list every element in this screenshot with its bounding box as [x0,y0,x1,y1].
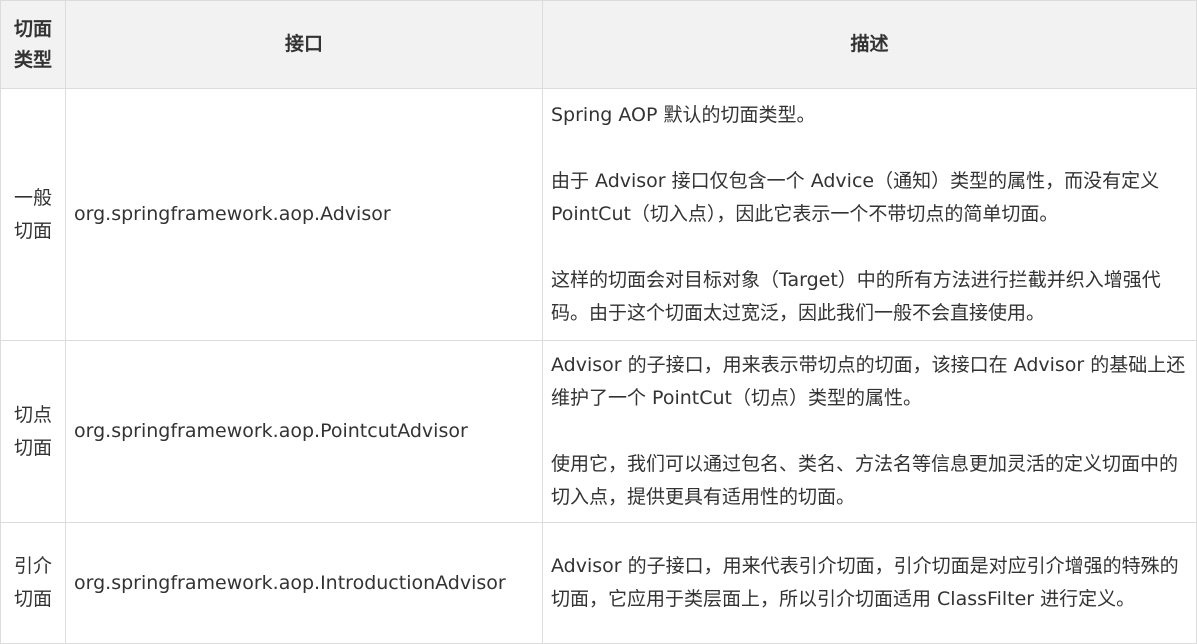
description-cell: Advisor 的子接口，用来表示带切点的切面，该接口在 Advisor 的基础… [542,340,1197,523]
aspect-type-cell: 切点切面 [0,340,66,523]
aop-aspect-types-table: 切面类型 接口 描述 一般切面 org.springframework.aop.… [0,0,1197,644]
description-paragraph: 由于 Advisor 接口仅包含一个 Advice（通知）类型的属性，而没有定义… [551,170,1160,225]
aspect-type-cell: 一般切面 [0,88,66,341]
description-paragraph: Advisor 的子接口，用来表示带切点的切面，该接口在 Advisor 的基础… [551,354,1186,409]
table-row: 切点切面 org.springframework.aop.PointcutAdv… [0,340,1197,523]
interface-cell: org.springframework.aop.PointcutAdvisor [65,340,543,523]
header-description: 描述 [542,0,1197,89]
table-row: 引介切面 org.springframework.aop.Introductio… [0,522,1197,644]
header-aspect-type: 切面类型 [0,0,66,89]
description-cell: Spring AOP 默认的切面类型。 由于 Advisor 接口仅包含一个 A… [542,88,1197,341]
interface-cell: org.springframework.aop.Advisor [65,88,543,341]
table-header-row: 切面类型 接口 描述 [0,0,1197,89]
description-paragraph: Spring AOP 默认的切面类型。 [551,104,816,126]
header-interface: 接口 [65,0,543,89]
description-paragraph: 使用它，我们可以通过包名、类名、方法名等信息更加灵活的定义切面中的切入点，提供更… [551,453,1179,508]
aspect-type-cell: 引介切面 [0,522,66,644]
description-paragraph: 这样的切面会对目标对象（Target）中的所有方法进行拦截并织入增强代码。由于这… [551,269,1161,324]
interface-cell: org.springframework.aop.IntroductionAdvi… [65,522,543,644]
description-cell: Advisor 的子接口，用来代表引介切面，引介切面是对应引介增强的特殊的切面，… [542,522,1197,644]
description-paragraph: Advisor 的子接口，用来代表引介切面，引介切面是对应引介增强的特殊的切面，… [551,555,1179,610]
table-row: 一般切面 org.springframework.aop.Advisor Spr… [0,88,1197,341]
